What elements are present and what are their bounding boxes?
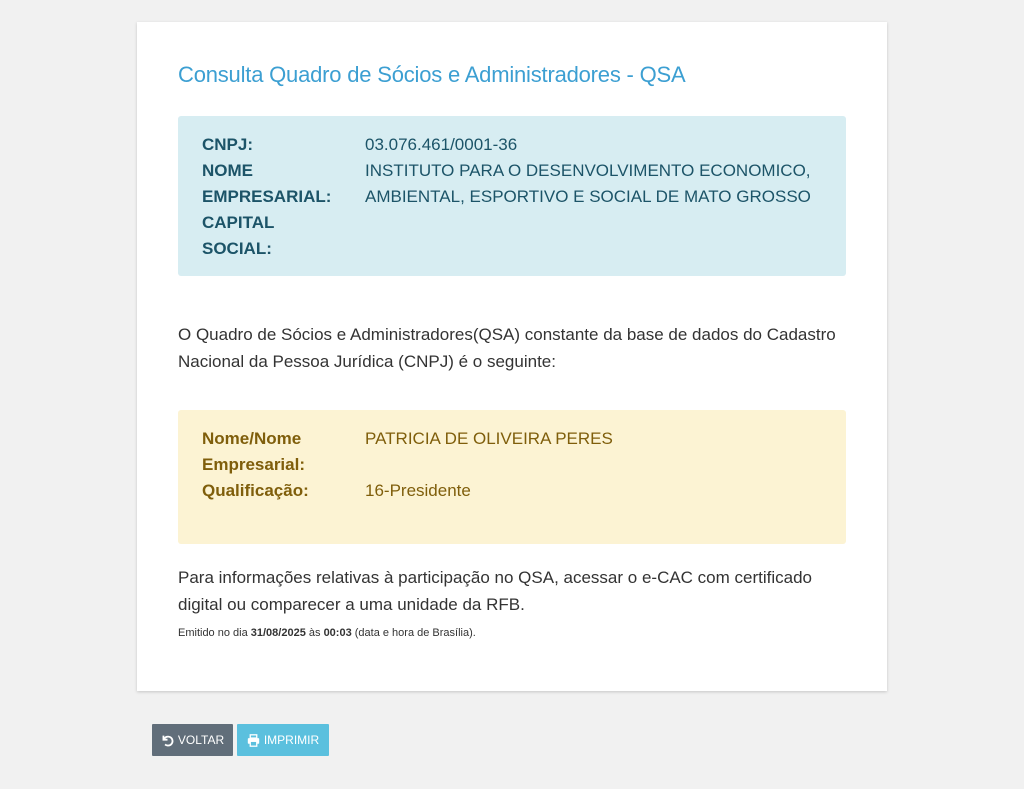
company-name-value-2: AMBIENTAL, ESPORTIVO E SOCIAL DE MATO GR… [365,187,811,206]
company-name-value-1: INSTITUTO PARA O DESENVOLVIMENTO ECONOMI… [365,161,811,180]
company-name-label-2: EMPRESARIAL: [202,187,332,206]
footer-line-2: digital ou comparecer a uma unidade da R… [178,595,525,614]
company-name-label-1: NOME [202,161,253,180]
footer-line-1: Para informações relativas à participaçã… [178,568,812,587]
printer-icon [247,733,260,747]
qualification-label: Qualificação: [202,481,309,500]
page-title: Consulta Quadro de Sócios e Administrado… [178,62,686,87]
qsa-card: Consulta Quadro de Sócios e Administrado… [137,22,887,691]
emission-prefix: Emitido no dia [178,627,251,639]
qualification-value: 16-Presidente [365,481,471,500]
partner-name-value: PATRICIA DE OLIVEIRA PERES [365,429,613,448]
company-info-box: CNPJ: 03.076.461/0001-36 NOME INSTITUTO … [178,116,846,276]
emission-suffix: (data e hora de Brasília). [351,627,476,639]
capital-label-1: CAPITAL [202,213,275,232]
partner-name-label-1: Nome/Nome [202,429,302,448]
emission-note: Emitido no dia 31/08/2025 às 00:03 (data… [178,627,476,639]
print-button-label: IMPRIMIR [263,733,320,747]
intro-line-2: Nacional da Pessoa Jurídica (CNPJ) é o s… [178,352,556,371]
capital-label-2: SOCIAL: [202,239,272,258]
partner-name-label-2: Empresarial: [202,455,305,474]
emission-date: 31/08/2025 [250,627,306,639]
undo-icon [161,734,174,747]
emission-time: 00:03 [323,627,352,639]
intro-line-1: O Quadro de Sócios e Administradores(QSA… [178,325,836,344]
back-button[interactable]: VOLTAR [152,724,233,756]
emission-mid: às [305,627,324,639]
cnpj-value: 03.076.461/0001-36 [365,135,518,154]
print-button[interactable]: IMPRIMIR [237,724,329,756]
partner-box: Nome/Nome PATRICIA DE OLIVEIRA PERES Emp… [178,410,846,544]
intro-text: O Quadro de Sócios e Administradores(QSA… [178,321,846,375]
back-button-label: VOLTAR [177,733,225,747]
footer-note: Para informações relativas à participaçã… [178,564,846,618]
cnpj-label: CNPJ: [202,135,254,154]
